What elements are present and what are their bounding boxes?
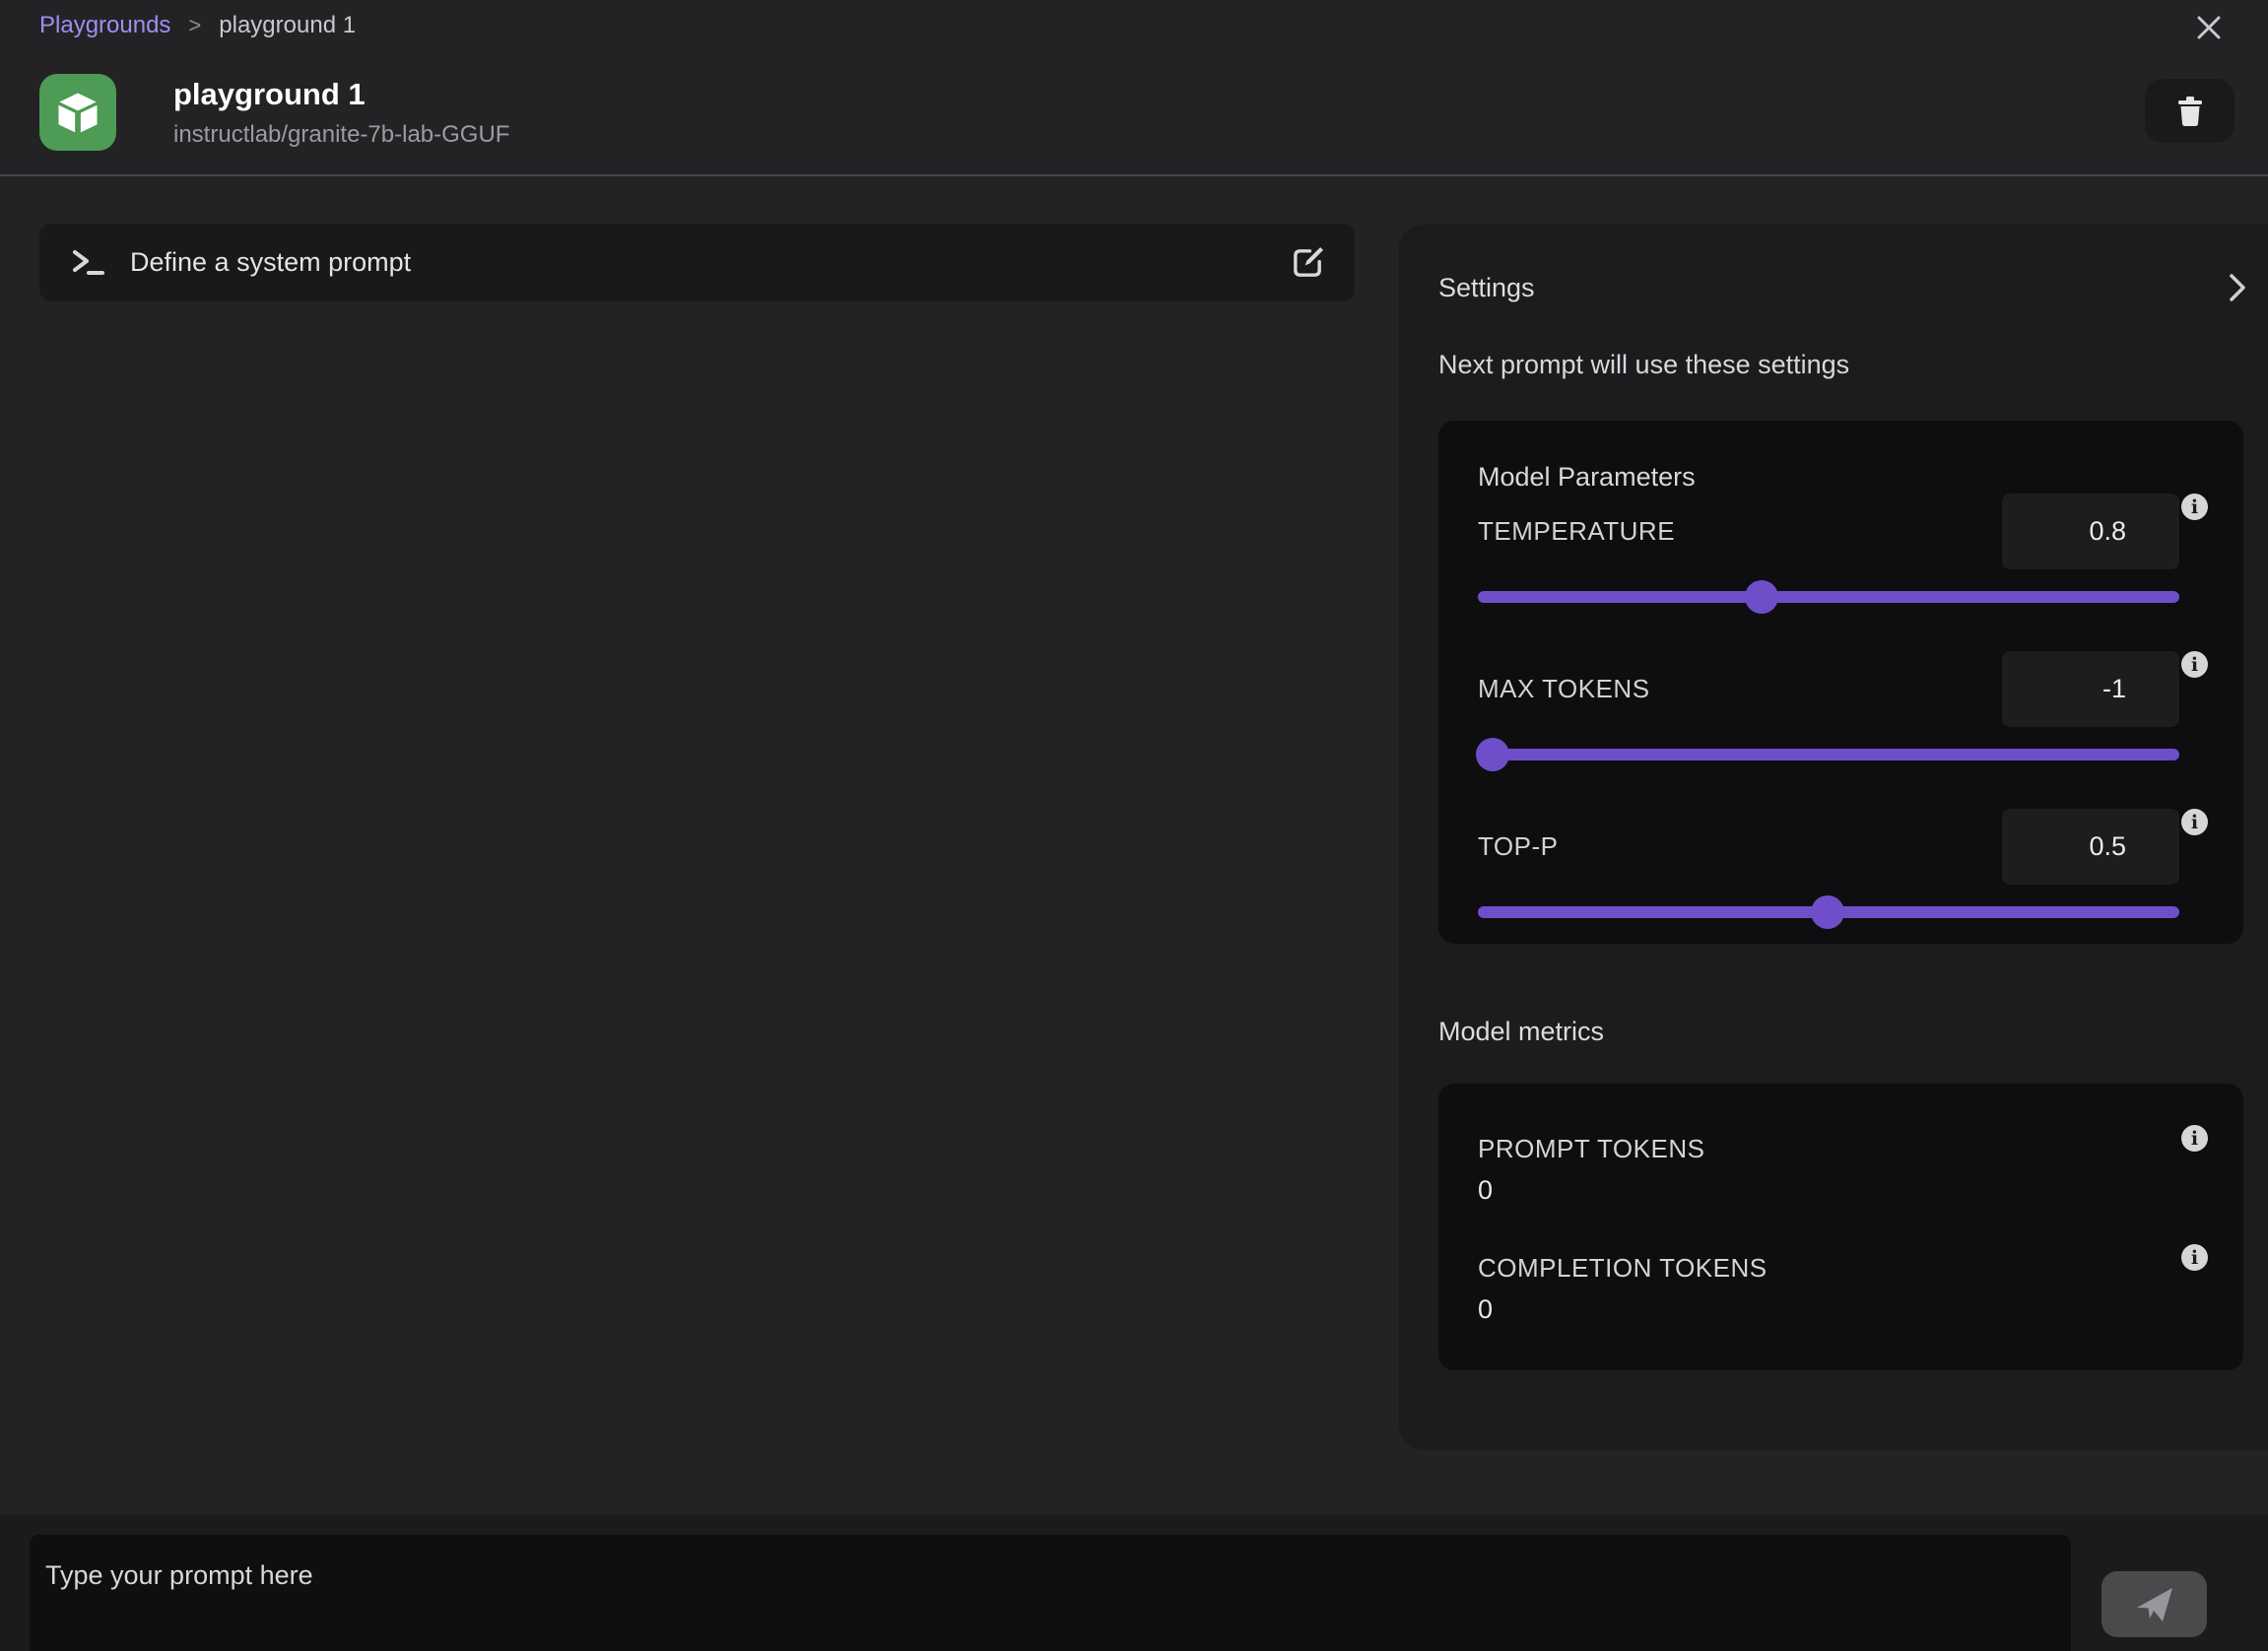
edit-icon [1291, 245, 1325, 280]
max-tokens-value-input[interactable] [2002, 651, 2179, 727]
max-tokens-slider-thumb[interactable] [1476, 738, 1509, 771]
completion-tokens-label: COMPLETION TOKENS [1478, 1252, 2204, 1285]
send-icon [2134, 1585, 2175, 1624]
settings-header[interactable]: Settings [1438, 271, 2268, 304]
top-p-label: TOP-P [1478, 831, 1558, 862]
breadcrumb-current: playground 1 [219, 12, 356, 39]
playground-screen: Playgrounds > playground 1 playground 1 … [0, 0, 2268, 1651]
metric-completion-tokens: COMPLETION TOKENS 0 i [1478, 1252, 2204, 1326]
settings-panel: Settings Next prompt will use these sett… [1399, 225, 2268, 1450]
prompt-tokens-value: 0 [1478, 1173, 2204, 1207]
terminal-icon [72, 248, 105, 277]
playground-cube-icon [39, 74, 116, 151]
completion-tokens-value: 0 [1478, 1292, 2204, 1326]
top-p-slider[interactable] [1478, 906, 2179, 918]
model-parameters-title: Model Parameters [1478, 460, 2179, 494]
top-p-info-icon[interactable]: i [2181, 809, 2208, 835]
system-prompt-label: Define a system prompt [130, 247, 411, 278]
model-metrics-title: Model metrics [1438, 1015, 2268, 1048]
param-max-tokens: MAX TOKENS i [1478, 651, 2179, 760]
prompt-input[interactable] [30, 1535, 2071, 1651]
edit-system-prompt-button[interactable] [1291, 245, 1325, 280]
model-metrics-card: PROMPT TOKENS 0 i COMPLETION TOKENS 0 i [1438, 1084, 2243, 1370]
temperature-info-icon[interactable]: i [2181, 494, 2208, 520]
metric-prompt-tokens: PROMPT TOKENS 0 i [1478, 1133, 2204, 1207]
temperature-label: TEMPERATURE [1478, 516, 1675, 547]
breadcrumb-separator: > [188, 13, 201, 38]
header-text: playground 1 instructlab/granite-7b-lab-… [173, 77, 509, 149]
temperature-slider[interactable] [1478, 591, 2179, 603]
prompt-tokens-info-icon[interactable]: i [2181, 1125, 2208, 1152]
temperature-slider-thumb[interactable] [1745, 580, 1778, 614]
model-parameters-card: Model Parameters TEMPERATURE i MAX TOKEN… [1438, 421, 2243, 944]
completion-tokens-info-icon[interactable]: i [2181, 1244, 2208, 1271]
prompt-tokens-label: PROMPT TOKENS [1478, 1133, 2204, 1165]
top-p-slider-thumb[interactable] [1811, 895, 1844, 929]
close-button[interactable] [2191, 10, 2227, 45]
page-title: playground 1 [173, 77, 509, 112]
top-p-value-input[interactable] [2002, 809, 2179, 885]
max-tokens-label: MAX TOKENS [1478, 674, 1650, 704]
param-temperature: TEMPERATURE i [1478, 494, 2179, 603]
close-icon [2196, 15, 2222, 40]
send-button[interactable] [2101, 1571, 2207, 1637]
temperature-value-input[interactable] [2002, 494, 2179, 569]
chevron-right-icon [2228, 272, 2247, 303]
settings-subtitle: Next prompt will use these settings [1438, 348, 2268, 381]
trash-icon [2175, 96, 2205, 127]
max-tokens-info-icon[interactable]: i [2181, 651, 2208, 678]
breadcrumb: Playgrounds > playground 1 [39, 12, 356, 39]
prompt-bar [0, 1515, 2268, 1651]
system-prompt-bar[interactable]: Define a system prompt [39, 224, 1355, 301]
delete-playground-button[interactable] [2145, 79, 2235, 143]
settings-title: Settings [1438, 273, 1535, 303]
header-divider [0, 174, 2268, 176]
max-tokens-slider[interactable] [1478, 749, 2179, 760]
breadcrumb-playgrounds-link[interactable]: Playgrounds [39, 12, 170, 39]
param-top-p: TOP-P i [1478, 809, 2179, 918]
model-name: instructlab/granite-7b-lab-GGUF [173, 121, 509, 149]
